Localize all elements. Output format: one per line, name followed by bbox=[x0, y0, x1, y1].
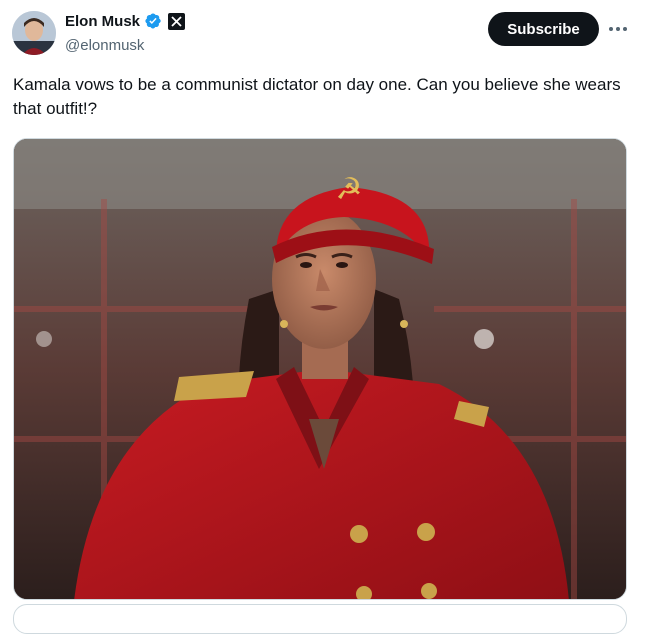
tweet-media-image[interactable]: ☭ bbox=[13, 138, 627, 600]
avatar-image bbox=[12, 11, 56, 55]
more-icon[interactable] bbox=[606, 20, 630, 38]
author-row: Elon Musk bbox=[65, 12, 186, 30]
tweet-text: Kamala vows to be a communist dictator o… bbox=[13, 75, 621, 118]
author-handle[interactable]: @elonmusk bbox=[65, 37, 144, 54]
hammer-sickle-emblem: ☭ bbox=[336, 172, 363, 207]
avatar[interactable] bbox=[12, 11, 56, 55]
author-display-name[interactable]: Elon Musk bbox=[65, 13, 140, 30]
next-card-edge bbox=[13, 604, 627, 634]
x-logo-icon[interactable] bbox=[168, 12, 186, 30]
verified-badge-icon[interactable] bbox=[144, 12, 162, 30]
subscribe-button[interactable]: Subscribe bbox=[488, 12, 599, 46]
